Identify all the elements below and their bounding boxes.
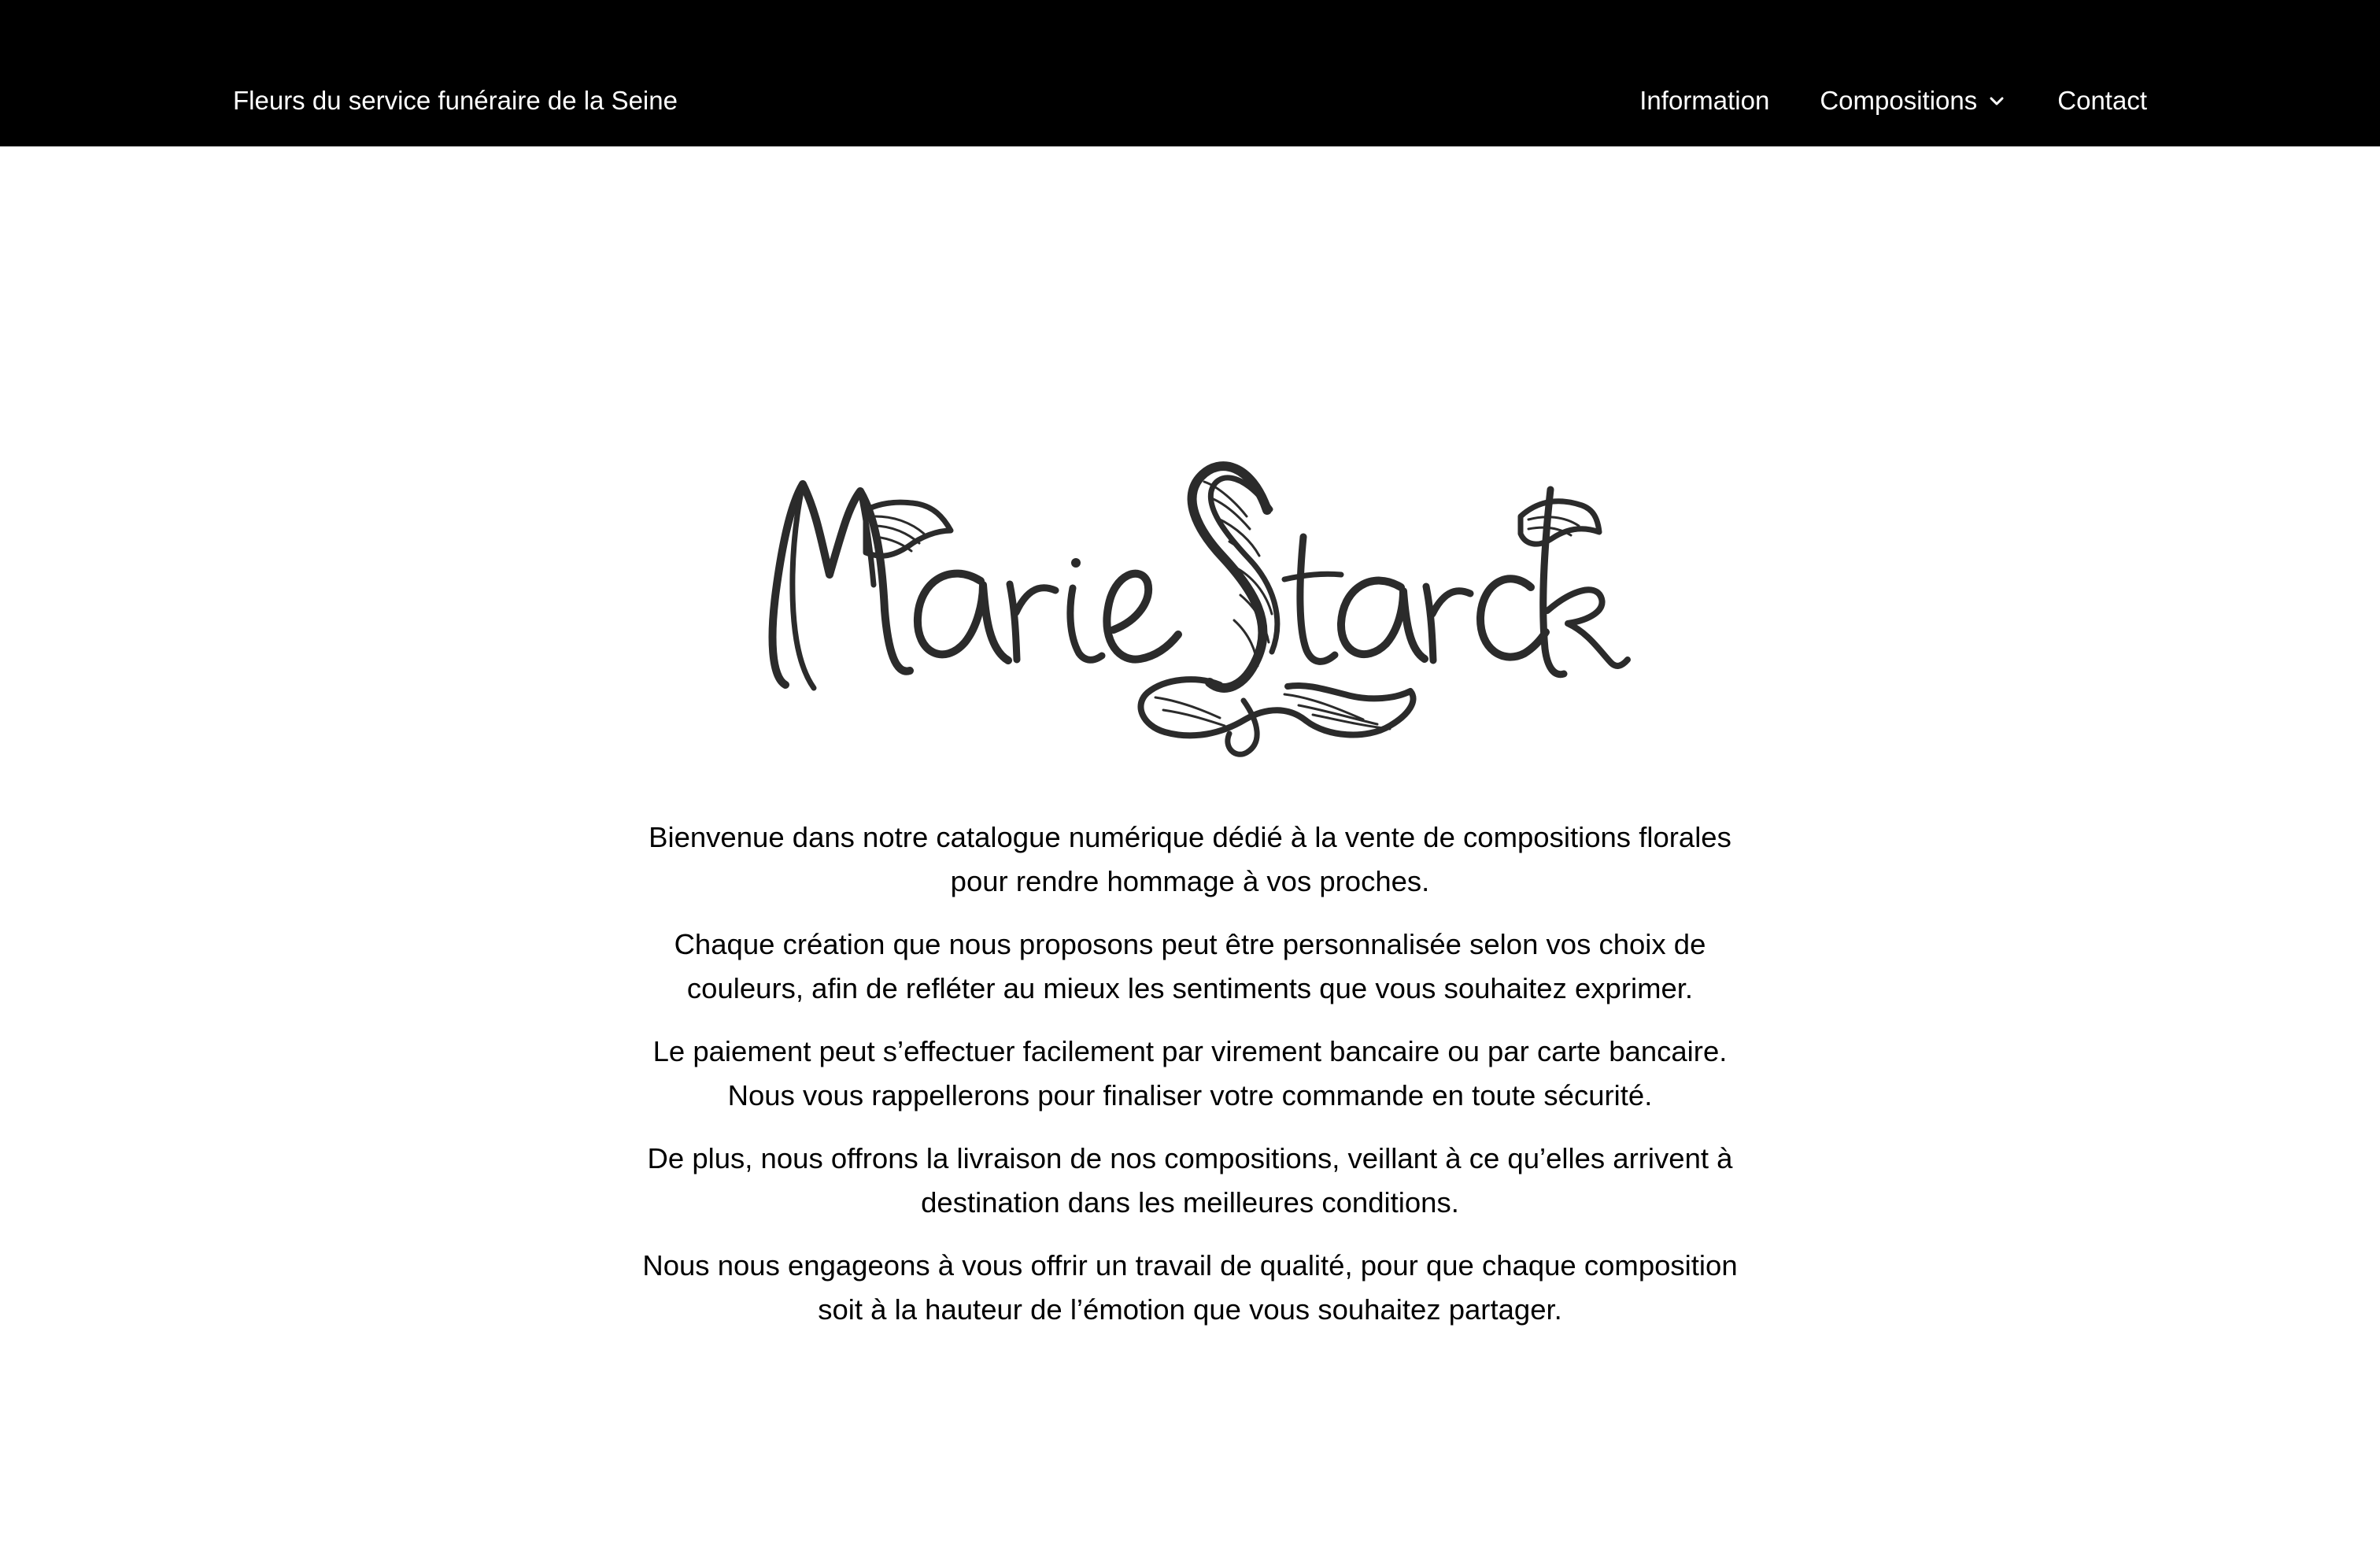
paragraph-line: couleurs, afin de refléter au mieux les … — [686, 972, 1694, 1004]
paragraph-line: Chaque création que nous proposons peut … — [674, 928, 1706, 960]
paragraph-line: soit à la hauteur de l’émotion que vous … — [818, 1293, 1562, 1326]
site-header: Fleurs du service funéraire de la Seine … — [0, 0, 2380, 146]
main-nav: Information Compositions Contact — [1639, 83, 2147, 118]
paragraph-line: destination dans les meilleures conditio… — [921, 1186, 1459, 1219]
intro-content: Bienvenue dans notre catalogue numérique… — [639, 816, 1741, 1351]
intro-paragraph: Le paiement peut s’effectuer facilement … — [639, 1030, 1741, 1118]
paragraph-line: Nous vous rappellerons pour finaliser vo… — [727, 1079, 1653, 1111]
nav-item-compositions[interactable]: Compositions — [1820, 83, 2007, 118]
marie-starck-logo — [756, 441, 1637, 771]
nav-item-information[interactable]: Information — [1639, 83, 1769, 118]
paragraph-line: Bienvenue dans notre catalogue numérique… — [649, 821, 1731, 853]
intro-paragraph: Nous nous engageons à vous offrir un tra… — [639, 1244, 1741, 1332]
site-title-link[interactable]: Fleurs du service funéraire de la Seine — [233, 83, 678, 118]
intro-paragraph: Bienvenue dans notre catalogue numérique… — [639, 816, 1741, 904]
intro-paragraph: De plus, nous offrons la livraison de no… — [639, 1137, 1741, 1225]
nav-item-contact[interactable]: Contact — [2057, 83, 2147, 118]
paragraph-line: Nous nous engageons à vous offrir un tra… — [642, 1249, 1738, 1282]
nav-item-compositions-label: Compositions — [1820, 86, 1978, 115]
paragraph-line: De plus, nous offrons la livraison de no… — [647, 1142, 1733, 1174]
chevron-down-icon — [1986, 91, 2007, 112]
paragraph-line: pour rendre hommage à vos proches. — [950, 865, 1430, 897]
paragraph-line: Le paiement peut s’effectuer facilement … — [652, 1035, 1728, 1067]
intro-paragraph: Chaque création que nous proposons peut … — [639, 923, 1741, 1011]
